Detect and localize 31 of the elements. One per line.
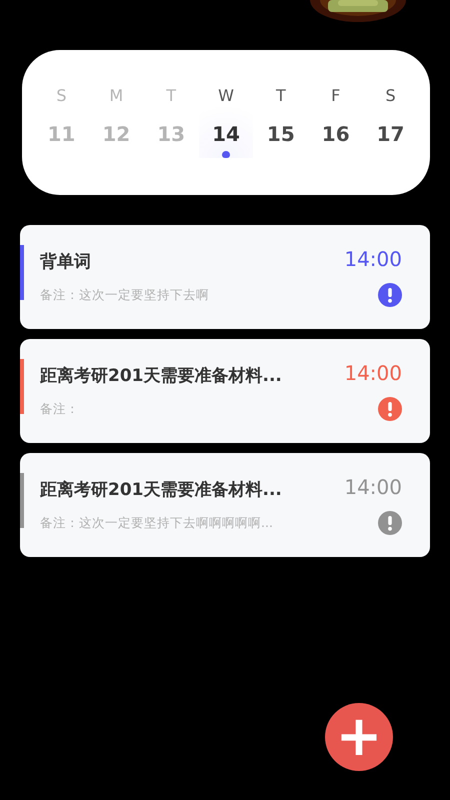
day-column[interactable]: T 15 xyxy=(253,86,308,146)
alert-icon xyxy=(378,511,402,535)
task-time: 14:00 xyxy=(344,361,402,385)
day-column[interactable]: W 14 xyxy=(198,86,254,158)
alert-icon xyxy=(378,283,402,307)
task-time: 14:00 xyxy=(344,247,402,271)
date-label[interactable]: 16 xyxy=(322,122,350,146)
weekday-label: M xyxy=(109,86,124,106)
date-label[interactable]: 15 xyxy=(266,122,295,146)
task-title: 距离考研201天需要准备材料... xyxy=(40,479,283,501)
task-title: 背单词 xyxy=(40,251,92,273)
day-column[interactable]: S 17 xyxy=(363,86,418,146)
task-time: 14:00 xyxy=(344,475,402,499)
weekday-label: S xyxy=(56,86,66,106)
add-button[interactable]: + xyxy=(325,703,393,771)
weekday-label: W xyxy=(218,86,234,106)
task-card[interactable]: 距离考研201天需要准备材料... 备注：这次一定要坚持下去啊啊啊啊啊... 14:00 xyxy=(20,453,430,557)
weekday-label: F xyxy=(331,86,340,106)
date-label[interactable]: 17 xyxy=(376,122,404,146)
alert-icon xyxy=(378,397,402,421)
task-note: 备注： xyxy=(40,401,80,418)
day-column[interactable]: F 16 xyxy=(308,86,364,146)
task-title: 距离考研201天需要准备材料... xyxy=(40,365,283,387)
task-note: 备注：这次一定要坚持下去啊 xyxy=(40,287,210,304)
weekday-label: S xyxy=(385,86,396,106)
date-label[interactable]: 14 xyxy=(212,122,240,146)
weekday-label: T xyxy=(166,86,176,106)
task-note: 备注：这次一定要坚持下去啊啊啊啊啊... xyxy=(40,515,274,532)
task-card[interactable]: 距离考研201天需要准备材料... 备注： 14:00 xyxy=(20,339,430,443)
weekday-label: T xyxy=(276,86,286,106)
task-card[interactable]: 背单词 备注：这次一定要坚持下去啊 14:00 xyxy=(20,225,430,329)
